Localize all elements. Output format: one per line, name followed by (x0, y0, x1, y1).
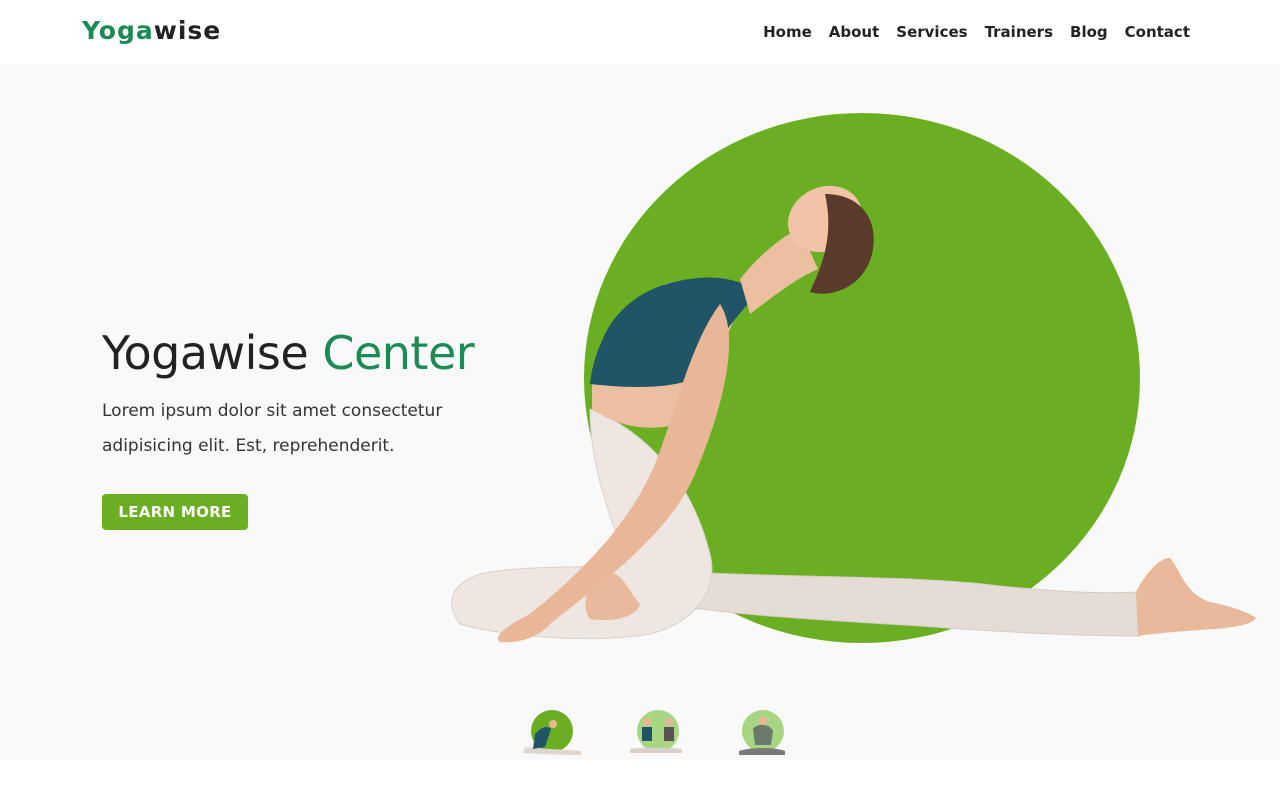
slide-thumb-1[interactable] (515, 709, 585, 759)
hero-section: Yogawise Center Lorem ipsum dolor sit am… (0, 64, 1280, 760)
nav-contact-link[interactable]: Contact (1125, 20, 1190, 44)
site-logo[interactable]: Yogawise (82, 14, 221, 48)
slide-thumb-2[interactable] (620, 709, 690, 759)
slide-thumb-3[interactable] (725, 709, 795, 759)
hero-description: Lorem ipsum dolor sit amet consectetur a… (102, 401, 443, 456)
nav-home-link[interactable]: Home (763, 20, 812, 44)
slide-thumbnails (515, 709, 795, 759)
nav-trainers-link[interactable]: Trainers (985, 20, 1053, 44)
hero-title-main: Yogawise (102, 326, 309, 380)
main-nav: Home About Services Trainers Blog Contac… (763, 20, 1190, 44)
nav-services-link[interactable]: Services (896, 20, 967, 44)
nav-blog-link[interactable]: Blog (1070, 20, 1108, 44)
hero-title-accent: Center (322, 326, 475, 380)
logo-text: wise (153, 16, 222, 45)
yoga-pose-illustration (451, 185, 1256, 643)
hero-title: Yogawise Center (102, 326, 475, 380)
logo-accent-text: Yoga (82, 16, 154, 45)
nav-about-link[interactable]: About (829, 20, 880, 44)
learn-more-button[interactable]: LEARN MORE (102, 494, 248, 530)
site-header: Yogawise Home About Services Trainers Bl… (0, 0, 1280, 64)
